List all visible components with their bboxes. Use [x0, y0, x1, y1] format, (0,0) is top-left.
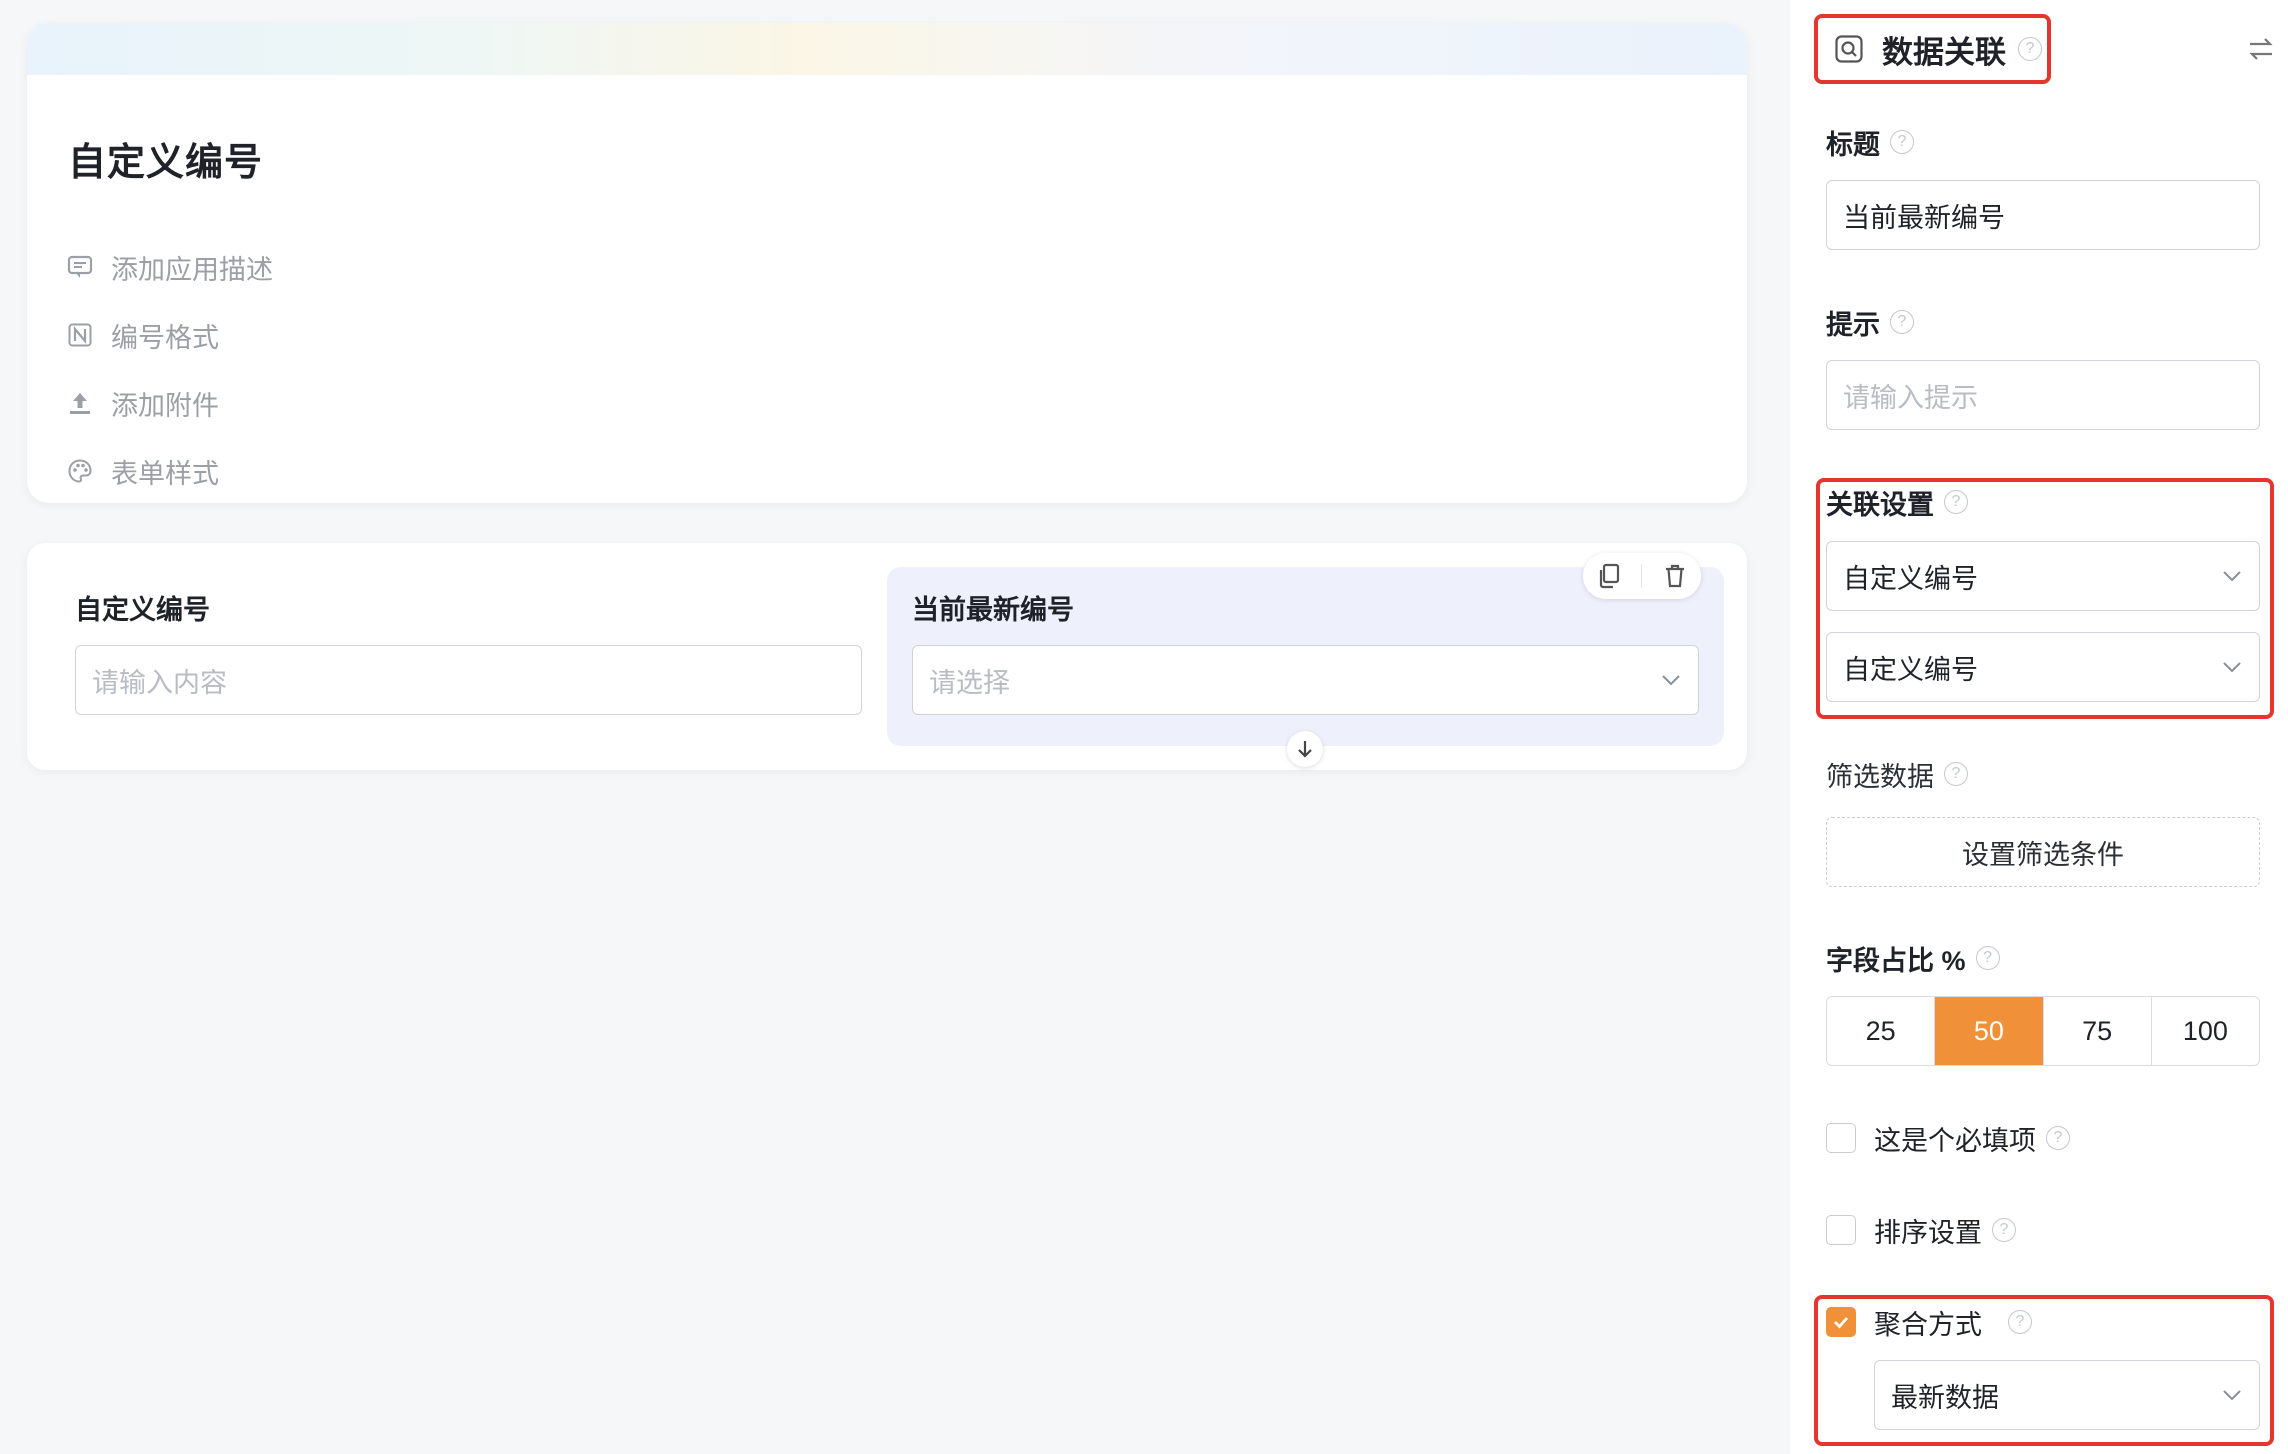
number-format-icon [67, 322, 93, 348]
chevron-down-icon [2221, 1384, 2243, 1406]
aggregation-option: 聚合方式 ? [1826, 1302, 2032, 1342]
copy-button[interactable] [1589, 556, 1629, 596]
component-type: 数据关联 ? [1820, 14, 2056, 84]
association-label: 关联设置 [1826, 489, 1934, 520]
help-icon[interactable]: ? [1975, 946, 2000, 970]
select-value: 自定义编号 [1843, 563, 1978, 594]
hint-section-label: 提示 ? [1826, 304, 1914, 340]
required-option: 这是个必填项 ? [1826, 1118, 2070, 1158]
number-format-item[interactable]: 编号格式 [67, 301, 273, 369]
trash-icon [1665, 564, 1684, 588]
check-icon [1834, 1317, 1849, 1329]
text-input[interactable]: 请输入内容 [75, 645, 862, 715]
filter-label: 筛选数据 [1826, 761, 1934, 792]
data-link-icon [1834, 34, 1864, 64]
field-ratio-selector: 25 50 75 100 [1826, 996, 2260, 1066]
copy-icon [1600, 563, 1620, 589]
help-icon[interactable]: ? [2008, 1310, 2032, 1334]
help-icon[interactable]: ? [1944, 490, 1968, 514]
ratio-option-75[interactable]: 75 [2044, 997, 2152, 1065]
app-title[interactable]: 自定义编号 [68, 131, 263, 186]
help-icon[interactable]: ? [1944, 762, 1968, 786]
header-banner [27, 23, 1747, 75]
palette-icon [67, 458, 93, 484]
number-format-label: 编号格式 [111, 322, 219, 353]
sort-checkbox[interactable] [1826, 1215, 1856, 1245]
required-label: 这是个必填项 [1874, 1125, 2036, 1156]
association-section-label: 关联设置 ? [1826, 484, 1968, 520]
select-input[interactable]: 请选择 [912, 645, 1699, 715]
app-meta-list: 添加应用描述 编号格式 添加附件 表单样式 [67, 233, 273, 503]
help-icon[interactable]: ? [1890, 310, 1914, 334]
select-placeholder: 请选择 [929, 667, 1010, 698]
sort-label: 排序设置 [1874, 1217, 1982, 1248]
field-latest-number-selected[interactable]: 当前最新编号 请选择 [887, 553, 1724, 767]
form-style-item[interactable]: 表单样式 [67, 437, 273, 503]
add-description-label: 添加应用描述 [111, 254, 273, 285]
comment-icon [67, 254, 93, 280]
panel-header: 数据关联 ? [1820, 14, 2273, 84]
component-type-label: 数据关联 [1882, 34, 2006, 70]
insert-below-button[interactable] [1287, 731, 1323, 767]
ratio-option-100[interactable]: 100 [2152, 997, 2259, 1065]
delete-button[interactable] [1655, 556, 1695, 596]
required-checkbox[interactable] [1826, 1123, 1856, 1153]
filter-section-label: 筛选数据 ? [1826, 756, 1968, 792]
field-action-bar [1583, 553, 1701, 599]
ratio-label: 字段占比 % [1826, 945, 1966, 976]
hint-label: 提示 [1826, 309, 1880, 340]
help-icon[interactable]: ? [1992, 1218, 2016, 1242]
chevron-down-icon [1660, 669, 1682, 691]
aggregation-select[interactable]: 最新数据 [1874, 1360, 2260, 1430]
chevron-down-icon [2221, 565, 2243, 587]
sort-option: 排序设置 ? [1826, 1210, 2016, 1250]
field-label: 自定义编号 [75, 595, 210, 625]
properties-panel: 数据关联 ? 标题 ? 当前最新编号 提示 ? 请输入提示 关联设置 ? 自定义… [1790, 0, 2288, 1454]
switch-component-icon[interactable] [2246, 34, 2276, 64]
association-field-select[interactable]: 自定义编号 [1826, 632, 2260, 702]
help-icon[interactable]: ? [1890, 130, 1914, 154]
chevron-down-icon [2221, 656, 2243, 678]
app-header-card: 自定义编号 添加应用描述 编号格式 添加附件 表单样式 [27, 23, 1747, 503]
field-custom-number[interactable]: 自定义编号 请输入内容 [75, 591, 862, 715]
aggregation-label: 聚合方式 [1874, 1309, 1982, 1340]
form-canvas: 自定义编号 添加应用描述 编号格式 添加附件 表单样式 自定义编号 请输入内容 … [0, 0, 1776, 1454]
help-icon[interactable]: ? [2018, 37, 2042, 61]
set-filter-button[interactable]: 设置筛选条件 [1826, 817, 2260, 887]
form-fields-card: 自定义编号 请输入内容 当前最新编号 请选择 [27, 543, 1747, 770]
arrow-down-icon [1298, 741, 1312, 758]
ratio-section-label: 字段占比 % ? [1826, 940, 2000, 976]
add-attachment-item[interactable]: 添加附件 [67, 369, 273, 437]
title-label: 标题 [1826, 129, 1880, 160]
action-divider [1641, 564, 1643, 588]
title-section-label: 标题 ? [1826, 124, 1914, 160]
add-description-item[interactable]: 添加应用描述 [67, 233, 273, 301]
hint-input[interactable]: 请输入提示 [1826, 360, 2260, 430]
aggregation-checkbox[interactable] [1826, 1307, 1856, 1337]
select-value: 最新数据 [1891, 1382, 1999, 1413]
form-style-label: 表单样式 [111, 458, 219, 489]
field-label: 当前最新编号 [912, 595, 1074, 625]
help-icon[interactable]: ? [2046, 1126, 2070, 1150]
ratio-option-50[interactable]: 50 [1935, 997, 2044, 1065]
select-value: 自定义编号 [1843, 654, 1978, 685]
upload-icon [67, 390, 93, 416]
association-form-select[interactable]: 自定义编号 [1826, 541, 2260, 611]
add-attachment-label: 添加附件 [111, 390, 219, 421]
ratio-option-25[interactable]: 25 [1827, 997, 1936, 1065]
title-input[interactable]: 当前最新编号 [1826, 180, 2260, 250]
